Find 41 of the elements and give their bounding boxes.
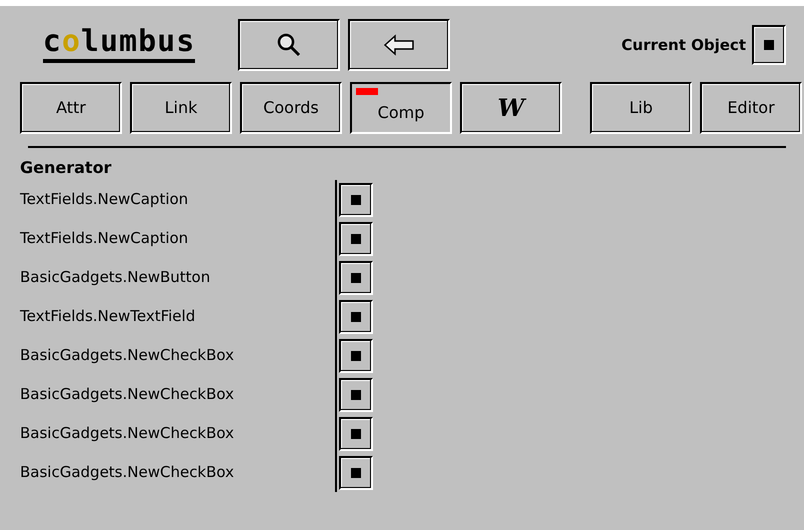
object-button[interactable] (339, 416, 373, 450)
object-button[interactable] (339, 300, 373, 334)
generator-name: BasicGadgets.NewCheckBox (20, 423, 236, 444)
square-icon (763, 39, 775, 51)
tab[interactable]: Attr (20, 82, 122, 134)
object-button[interactable] (339, 222, 373, 256)
square-icon (350, 310, 362, 322)
current-object-label: Current Object (621, 34, 746, 56)
square-icon (350, 466, 362, 478)
generator-name: BasicGadgets.NewCheckBox (20, 462, 236, 484)
section-title: Generator (20, 157, 112, 179)
square-icon (350, 350, 362, 362)
tab[interactable]: Lib (590, 82, 692, 134)
generator-name: TextFields.NewTextField (20, 306, 196, 328)
generator-name: TextFields.NewCaption (20, 228, 190, 250)
square-icon (350, 388, 362, 400)
back-button[interactable] (348, 19, 450, 71)
tab[interactable]: Coords (240, 82, 342, 134)
search-icon (276, 32, 302, 58)
object-button[interactable] (339, 182, 373, 216)
tab[interactable]: Comp (350, 82, 452, 134)
object-button[interactable] (339, 260, 373, 294)
square-icon (350, 194, 362, 206)
tab[interactable]: W (460, 82, 562, 134)
generator-name: BasicGadgets.NewCheckBox (20, 384, 236, 406)
search-button[interactable] (238, 19, 340, 71)
tab[interactable]: Editor (700, 82, 802, 134)
square-icon (350, 232, 362, 244)
generator-name: TextFields.NewCaption (20, 189, 190, 210)
back-arrow-icon (383, 34, 415, 56)
tab[interactable]: Link (130, 82, 232, 134)
object-button[interactable] (339, 338, 373, 372)
object-button[interactable] (339, 378, 373, 412)
generator-name: BasicGadgets.NewButton (20, 267, 212, 288)
generator-name: BasicGadgets.NewCheckBox (20, 345, 236, 366)
square-icon (350, 428, 362, 440)
object-button[interactable] (339, 456, 373, 490)
active-indicator (356, 88, 378, 95)
current-object-button[interactable] (752, 25, 786, 65)
logo: columbus (42, 27, 196, 63)
square-icon (350, 272, 362, 284)
